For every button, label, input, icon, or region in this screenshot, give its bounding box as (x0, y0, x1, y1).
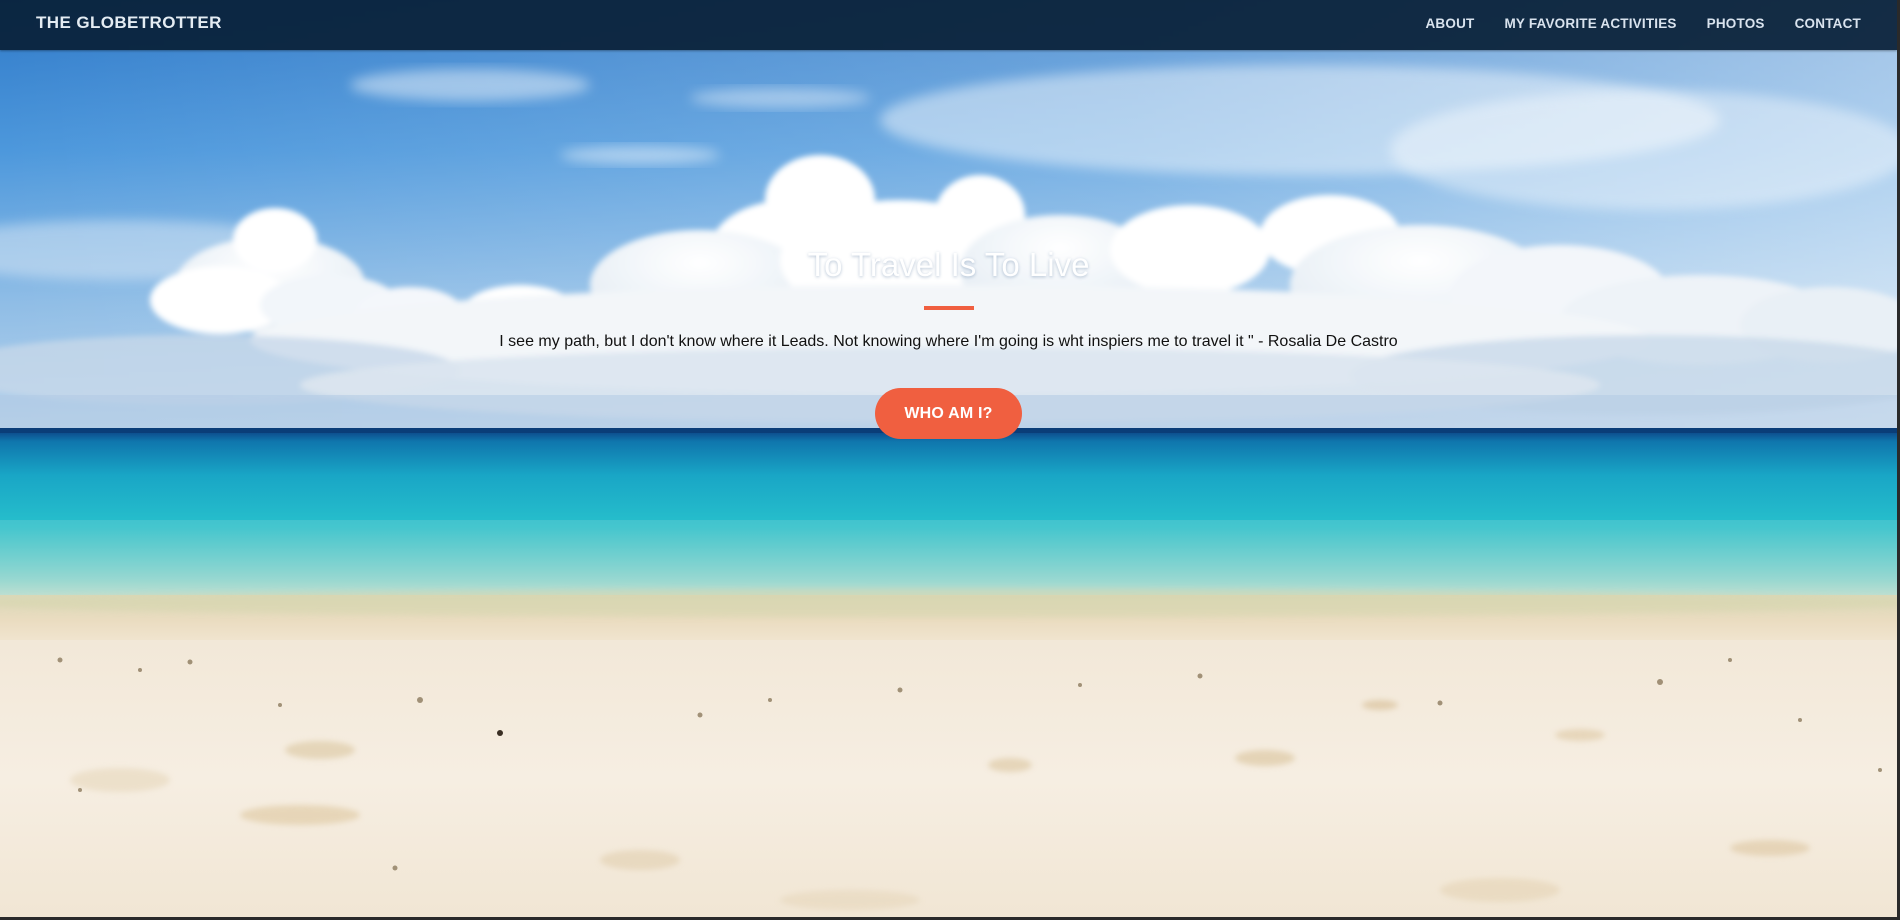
nav-link-about[interactable]: ABOUT (1425, 16, 1474, 31)
hero-background-image (0, 0, 1897, 917)
nav-link-favorite-activities[interactable]: MY FAVORITE ACTIVITIES (1504, 16, 1676, 31)
browser-viewport: THE GLOBETROTTER ABOUT MY FAVORITE ACTIV… (0, 0, 1900, 920)
hero-quote: I see my path, but I don't know where it… (499, 333, 1398, 350)
nav-link-contact[interactable]: CONTACT (1795, 16, 1861, 31)
nav-link-photos[interactable]: PHOTOS (1707, 16, 1765, 31)
brand-link[interactable]: THE GLOBETROTTER (36, 0, 222, 46)
hero-section: THE GLOBETROTTER ABOUT MY FAVORITE ACTIV… (0, 0, 1897, 917)
hero-title: To Travel Is To Live (807, 246, 1090, 283)
who-am-i-button[interactable]: WHO AM I? (875, 388, 1022, 439)
nav-links: ABOUT MY FAVORITE ACTIVITIES PHOTOS CONT… (1425, 0, 1861, 46)
hero-divider (923, 306, 974, 310)
hero-content: To Travel Is To Live I see my path, but … (0, 242, 1897, 439)
top-navbar: THE GLOBETROTTER ABOUT MY FAVORITE ACTIV… (0, 0, 1897, 50)
